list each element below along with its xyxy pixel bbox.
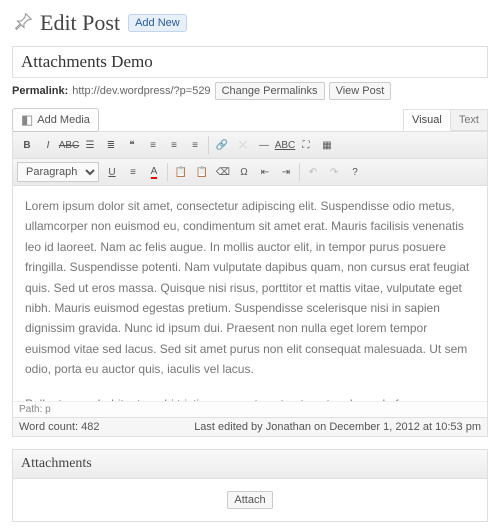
tab-text[interactable]: Text (450, 109, 488, 131)
content-paragraph: Pellentesque habitant morbi tristique se… (25, 394, 475, 401)
underline-button[interactable]: U (102, 162, 122, 182)
help-button[interactable]: ? (345, 162, 365, 182)
align-center-button[interactable]: ≡ (164, 135, 184, 155)
view-post-button[interactable]: View Post (329, 82, 392, 100)
kitchensink-button[interactable]: ▦ (317, 135, 337, 155)
italic-button[interactable]: I (38, 135, 58, 155)
bold-button[interactable]: B (17, 135, 37, 155)
permalink-url: http://dev.wordpress/?p=529 (72, 85, 210, 97)
permalink-label: Permalink: (12, 85, 68, 97)
align-left-button[interactable]: ≡ (143, 135, 163, 155)
link-button[interactable]: 🔗 (212, 135, 232, 155)
strike-button[interactable]: ABC (59, 135, 79, 155)
char-button[interactable]: Ω (234, 162, 254, 182)
editor: B I ABC ☰ ≣ ❝ ≡ ≡ ≡ 🔗 ⤫ ― ABC ⛶ ▦ Paragr… (12, 131, 488, 437)
camera-icon: ◧ (21, 112, 33, 128)
post-title-input[interactable] (12, 46, 488, 78)
tab-visual[interactable]: Visual (403, 109, 451, 131)
add-new-button[interactable]: Add New (128, 14, 187, 32)
format-select[interactable]: Paragraph (17, 162, 99, 182)
paste-text-button[interactable]: 📋 (171, 162, 191, 182)
add-media-button[interactable]: ◧ Add Media (12, 108, 99, 132)
spell-button[interactable]: ABC (275, 135, 295, 155)
quote-button[interactable]: ❝ (122, 135, 142, 155)
redo-button[interactable]: ↷ (324, 162, 344, 182)
editor-content[interactable]: Lorem ipsum dolor sit amet, consectetur … (13, 186, 487, 401)
undo-button[interactable]: ↶ (303, 162, 323, 182)
align-justify-button[interactable]: ≡ (123, 162, 143, 182)
bullets-button[interactable]: ☰ (80, 135, 100, 155)
change-permalinks-button[interactable]: Change Permalinks (215, 82, 325, 100)
status-bar: Word count: 482 Last edited by Jonathan … (13, 417, 487, 436)
add-media-label: Add Media (37, 114, 90, 126)
attach-button[interactable]: Attach (227, 491, 272, 509)
word-count: Word count: 482 (19, 421, 100, 433)
more-button[interactable]: ― (254, 135, 274, 155)
toolbar-row-2: Paragraph U ≡ A 📋 📋 ⌫ Ω ⇤ ⇥ ↶ ↷ ? (13, 159, 487, 186)
paste-word-button[interactable]: 📋 (192, 162, 212, 182)
content-paragraph: Lorem ipsum dolor sit amet, consectetur … (25, 196, 475, 380)
pin-icon (12, 11, 34, 36)
path-bar: Path: p (13, 401, 487, 417)
last-edited: Last edited by Jonathan on December 1, 2… (194, 421, 481, 433)
page-title: Edit Post (40, 10, 120, 36)
clear-format-button[interactable]: ⌫ (213, 162, 233, 182)
permalink-row: Permalink: http://dev.wordpress/?p=529 C… (12, 82, 488, 100)
attachments-header[interactable]: Attachments (13, 450, 487, 479)
numbers-button[interactable]: ≣ (101, 135, 121, 155)
fullscreen-button[interactable]: ⛶ (296, 135, 316, 155)
align-right-button[interactable]: ≡ (185, 135, 205, 155)
attachments-metabox: Attachments Attach (12, 449, 488, 522)
indent-button[interactable]: ⇥ (276, 162, 296, 182)
toolbar-row-1: B I ABC ☰ ≣ ❝ ≡ ≡ ≡ 🔗 ⤫ ― ABC ⛶ ▦ (13, 132, 487, 159)
unlink-button[interactable]: ⤫ (233, 135, 253, 155)
outdent-button[interactable]: ⇤ (255, 162, 275, 182)
text-color-button[interactable]: A (144, 162, 164, 182)
